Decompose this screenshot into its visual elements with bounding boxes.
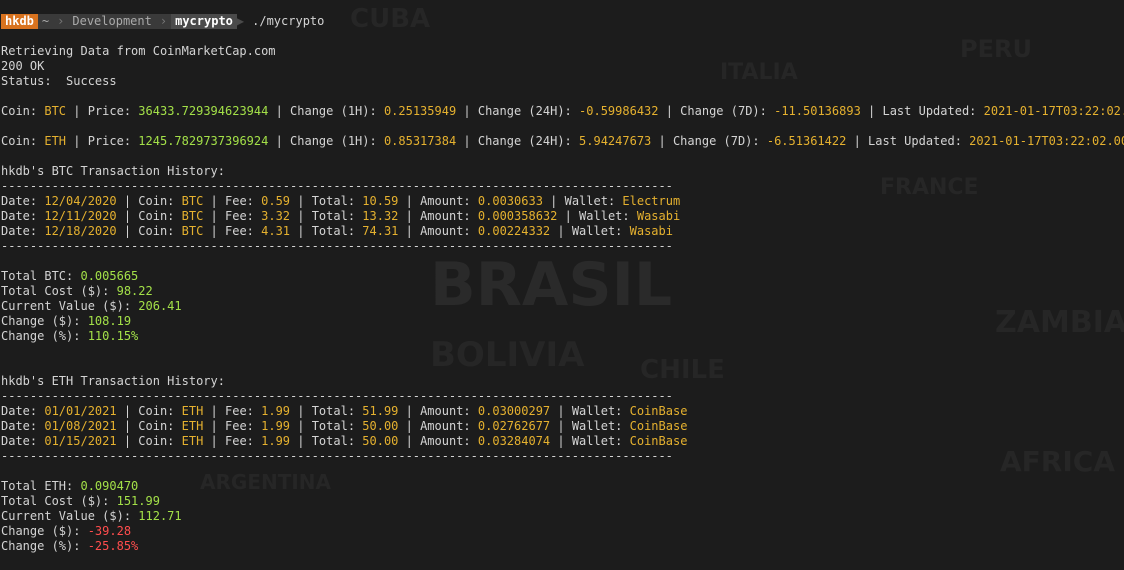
status-line: Status: Success — [1, 74, 117, 88]
retrieving-text: Retrieving Data from CoinMarketCap.com — [1, 44, 276, 58]
divider: ----------------------------------------… — [1, 389, 673, 403]
btc-total: Total BTC: 0.005665 — [1, 269, 139, 283]
eth-total: Total ETH: 0.090470 — [1, 479, 139, 493]
table-row: Date: 01/01/2021 | Coin: ETH | Fee: 1.99… — [1, 404, 688, 418]
http-status: 200 OK — [1, 59, 45, 73]
prompt-dir: Development — [68, 14, 156, 29]
btc-history-title: hkdb's BTC Transaction History: — [1, 164, 225, 178]
chevron-right-icon: › — [155, 14, 172, 29]
prompt-home: ~ — [37, 14, 54, 29]
command-text[interactable]: ./mycrypto — [252, 14, 324, 29]
table-row: Date: 12/18/2020 | Coin: BTC | Fee: 4.31… — [1, 224, 673, 238]
divider: ----------------------------------------… — [1, 179, 673, 193]
eth-value: Current Value ($): 112.71 — [1, 509, 182, 523]
btc-change-pct: Change (%): 110.15% — [1, 329, 139, 343]
prompt-user: hkdb — [1, 14, 38, 29]
table-row: Date: 12/11/2020 | Coin: BTC | Fee: 3.32… — [1, 209, 681, 223]
shell-prompt: hkdb ~ › Development › mycrypto ▶ ./mycrypto — [1, 14, 1121, 29]
chevron-right-icon: ▶ — [236, 14, 245, 28]
terminal-output: hkdb ~ › Development › mycrypto ▶ ./mycrypto Re… — [1, 14, 1124, 554]
table-row: Date: 01/15/2021 | Coin: ETH | Fee: 1.99… — [1, 434, 688, 448]
table-row: Date: 01/08/2021 | Coin: ETH | Fee: 1.99… — [1, 419, 688, 433]
coin-line-eth: Coin: ETH | Price: 1245.7829737396924 | … — [1, 134, 1124, 148]
eth-change-usd: Change ($): -39.28 — [1, 524, 132, 538]
prompt-current-dir: mycrypto — [171, 14, 237, 29]
table-row: Date: 12/04/2020 | Coin: BTC | Fee: 0.59… — [1, 194, 681, 208]
eth-cost: Total Cost ($): 151.99 — [1, 494, 160, 508]
coin-line-btc: Coin: BTC | Price: 36433.729394623944 | … — [1, 104, 1124, 118]
eth-history-title: hkdb's ETH Transaction History: — [1, 374, 225, 388]
btc-cost: Total Cost ($): 98.22 — [1, 284, 153, 298]
divider: ----------------------------------------… — [1, 239, 673, 253]
chevron-right-icon: › — [53, 14, 69, 29]
divider: ----------------------------------------… — [1, 449, 673, 463]
btc-value: Current Value ($): 206.41 — [1, 299, 182, 313]
eth-change-pct: Change (%): -25.85% — [1, 539, 139, 553]
btc-change-usd: Change ($): 108.19 — [1, 314, 132, 328]
